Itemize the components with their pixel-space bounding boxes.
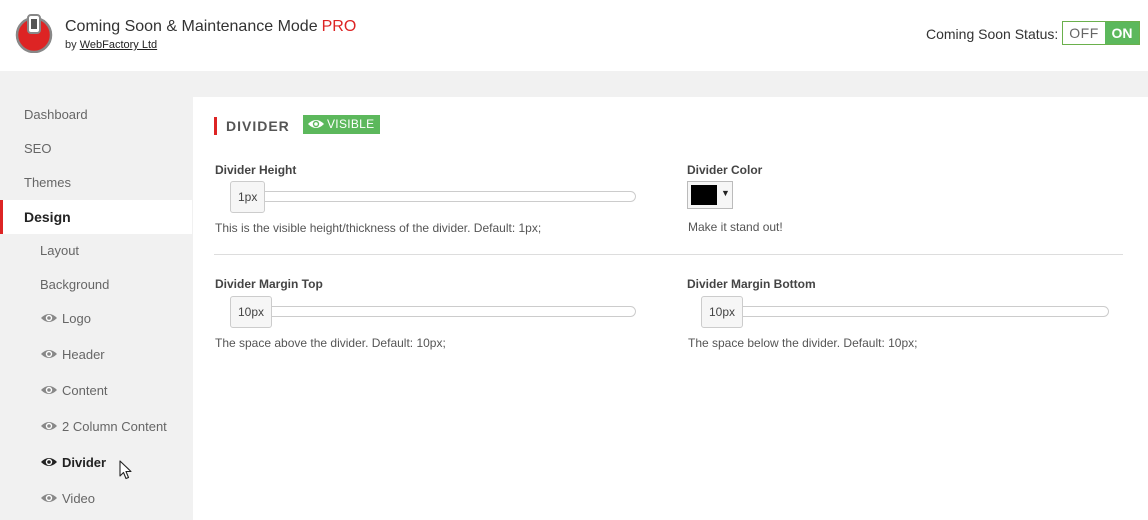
- eye-icon: [41, 386, 57, 395]
- slider-handle[interactable]: 10px: [701, 296, 744, 328]
- sidebar-item-label: Dashboard: [24, 107, 88, 122]
- plugin-logo-icon: [15, 14, 53, 53]
- sidebar-item-label: Divider: [62, 455, 107, 470]
- sidebar-item-dashboard[interactable]: Dashboard: [0, 98, 192, 132]
- sidebar-subitem-2-column-content[interactable]: 2 Column Content: [0, 410, 192, 444]
- divider-margin-bottom-label: Divider Margin Bottom: [687, 277, 816, 291]
- mouse-pointer-icon: [119, 460, 132, 480]
- divider-margin-top-help: The space above the divider. Default: 10…: [215, 336, 446, 350]
- sidebar-item-label: Content: [62, 383, 108, 398]
- coming-soon-status-toggle[interactable]: OFF ON: [1062, 21, 1140, 45]
- sidebar-subitem-video[interactable]: Video: [0, 482, 192, 516]
- divider-margin-top-slider[interactable]: 10px: [230, 296, 636, 328]
- sidebar-item-label: Design: [24, 209, 71, 225]
- sidebar-subitem-logo[interactable]: Logo: [0, 302, 192, 336]
- byline-prefix: by: [65, 39, 77, 51]
- top-header: Coming Soon & Maintenance Mode PRO by Web…: [0, 0, 1148, 71]
- caret-down-icon[interactable]: ▼: [721, 188, 730, 198]
- slider-track[interactable]: [250, 191, 636, 202]
- sidebar-subitem-content[interactable]: Content: [0, 374, 192, 408]
- sidebar-item-label: Logo: [62, 311, 91, 326]
- color-swatch[interactable]: [691, 185, 717, 205]
- author-link[interactable]: WebFactory Ltd: [80, 39, 157, 51]
- divider-height-help: This is the visible height/thickness of …: [215, 221, 542, 235]
- sidebar-subitem-layout[interactable]: Layout: [0, 234, 192, 268]
- plugin-byline: by WebFactory Ltd: [65, 39, 157, 51]
- divider-height-label: Divider Height: [215, 163, 297, 177]
- slider-handle[interactable]: 1px: [230, 181, 266, 213]
- slider-track[interactable]: [250, 306, 636, 317]
- sidebar-nav: Dashboard SEO Themes Design Layout Backg…: [0, 97, 192, 520]
- eye-icon: [41, 350, 57, 359]
- coming-soon-status-label: Coming Soon Status:: [926, 26, 1059, 42]
- section-separator: [214, 254, 1123, 255]
- pro-label: PRO: [321, 18, 357, 35]
- eye-icon: [41, 314, 57, 323]
- sidebar-subitem-divider[interactable]: Divider: [0, 446, 192, 480]
- sidebar-item-design[interactable]: Design: [0, 200, 192, 234]
- sidebar-item-themes[interactable]: Themes: [0, 166, 192, 200]
- divider-margin-bottom-help: The space below the divider. Default: 10…: [688, 336, 918, 350]
- sidebar-subitem-header[interactable]: Header: [0, 338, 192, 372]
- visibility-badge-label: VISIBLE: [327, 117, 375, 131]
- divider-margin-top-label: Divider Margin Top: [215, 277, 323, 291]
- sidebar-item-label: Themes: [24, 175, 71, 190]
- sidebar-item-label: 2 Column Content: [62, 419, 167, 434]
- visibility-badge[interactable]: VISIBLE: [303, 115, 381, 134]
- settings-panel: DIVIDER VISIBLE Divider Height 1px This …: [193, 97, 1148, 520]
- divider-color-help: Make it stand out!: [688, 220, 783, 234]
- sidebar-item-label: SEO: [24, 141, 52, 156]
- eye-icon: [308, 119, 324, 128]
- eye-icon: [41, 494, 57, 503]
- toggle-off-option[interactable]: OFF: [1063, 22, 1105, 44]
- slider-handle[interactable]: 10px: [230, 296, 273, 328]
- toggle-on-option[interactable]: ON: [1105, 22, 1139, 44]
- eye-icon: [41, 422, 57, 431]
- section-title: DIVIDER: [214, 117, 290, 135]
- plugin-title-text: Coming Soon & Maintenance Mode: [65, 18, 318, 35]
- sidebar-item-seo[interactable]: SEO: [0, 132, 192, 166]
- sidebar-item-label: Background: [40, 277, 110, 292]
- eye-icon: [41, 458, 57, 467]
- sidebar-item-label: Layout: [40, 243, 80, 258]
- sidebar-subitem-background[interactable]: Background: [0, 268, 192, 302]
- divider-color-label: Divider Color: [687, 163, 763, 177]
- sidebar-item-label: Header: [62, 347, 105, 362]
- divider-margin-bottom-slider[interactable]: 10px: [701, 296, 1109, 328]
- divider-color-picker[interactable]: ▼: [687, 181, 733, 209]
- divider-height-slider[interactable]: 1px: [230, 181, 636, 213]
- sidebar-item-label: Video: [62, 491, 96, 506]
- plugin-title: Coming Soon & Maintenance Mode PRO: [65, 18, 356, 36]
- slider-track[interactable]: [721, 306, 1109, 317]
